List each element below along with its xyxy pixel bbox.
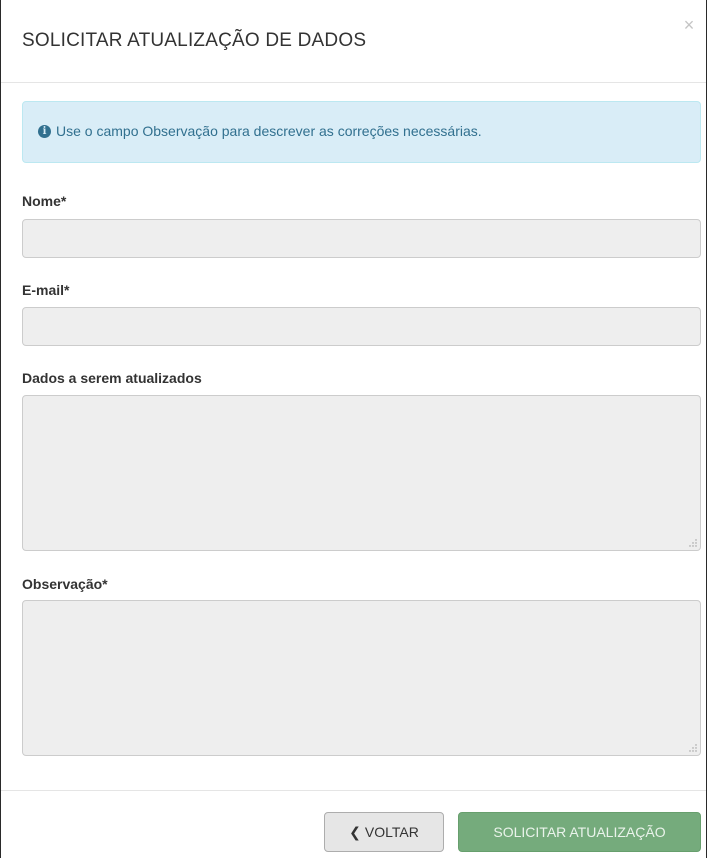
back-button-label: VOLTAR: [364, 824, 419, 840]
observacao-label: Observação*: [22, 576, 108, 592]
alert-text: Use o campo Observação para descrever as…: [56, 123, 482, 139]
modal-header: SOLICITAR ATUALIZAÇÃO DE DADOS ×: [1, 0, 706, 83]
submit-update-button[interactable]: SOLICITAR ATUALIZAÇÃO: [458, 812, 701, 852]
nome-input[interactable]: [22, 219, 701, 258]
chevron-left-icon: ❮: [349, 823, 361, 840]
modal-title: SOLICITAR ATUALIZAÇÃO DE DADOS: [22, 30, 367, 51]
submit-button-label: SOLICITAR ATUALIZAÇÃO: [493, 824, 666, 840]
modal-footer: ❮ VOLTAR SOLICITAR ATUALIZAÇÃO: [1, 790, 706, 859]
request-update-modal: SOLICITAR ATUALIZAÇÃO DE DADOS × i Use o…: [0, 0, 707, 858]
info-alert: i Use o campo Observação para descrever …: [22, 101, 701, 163]
dados-label: Dados a serem atualizados: [22, 370, 202, 386]
observacao-textarea[interactable]: [22, 600, 701, 756]
back-button[interactable]: ❮ VOLTAR: [324, 812, 444, 852]
email-input[interactable]: [22, 307, 701, 346]
info-circle-icon: i: [38, 124, 51, 138]
dados-textarea[interactable]: [22, 395, 701, 551]
resize-grip-icon[interactable]: [689, 744, 697, 752]
close-icon[interactable]: ×: [682, 16, 696, 34]
resize-grip-icon[interactable]: [689, 539, 697, 547]
email-label: E-mail*: [22, 282, 70, 298]
nome-label: Nome*: [22, 193, 67, 209]
